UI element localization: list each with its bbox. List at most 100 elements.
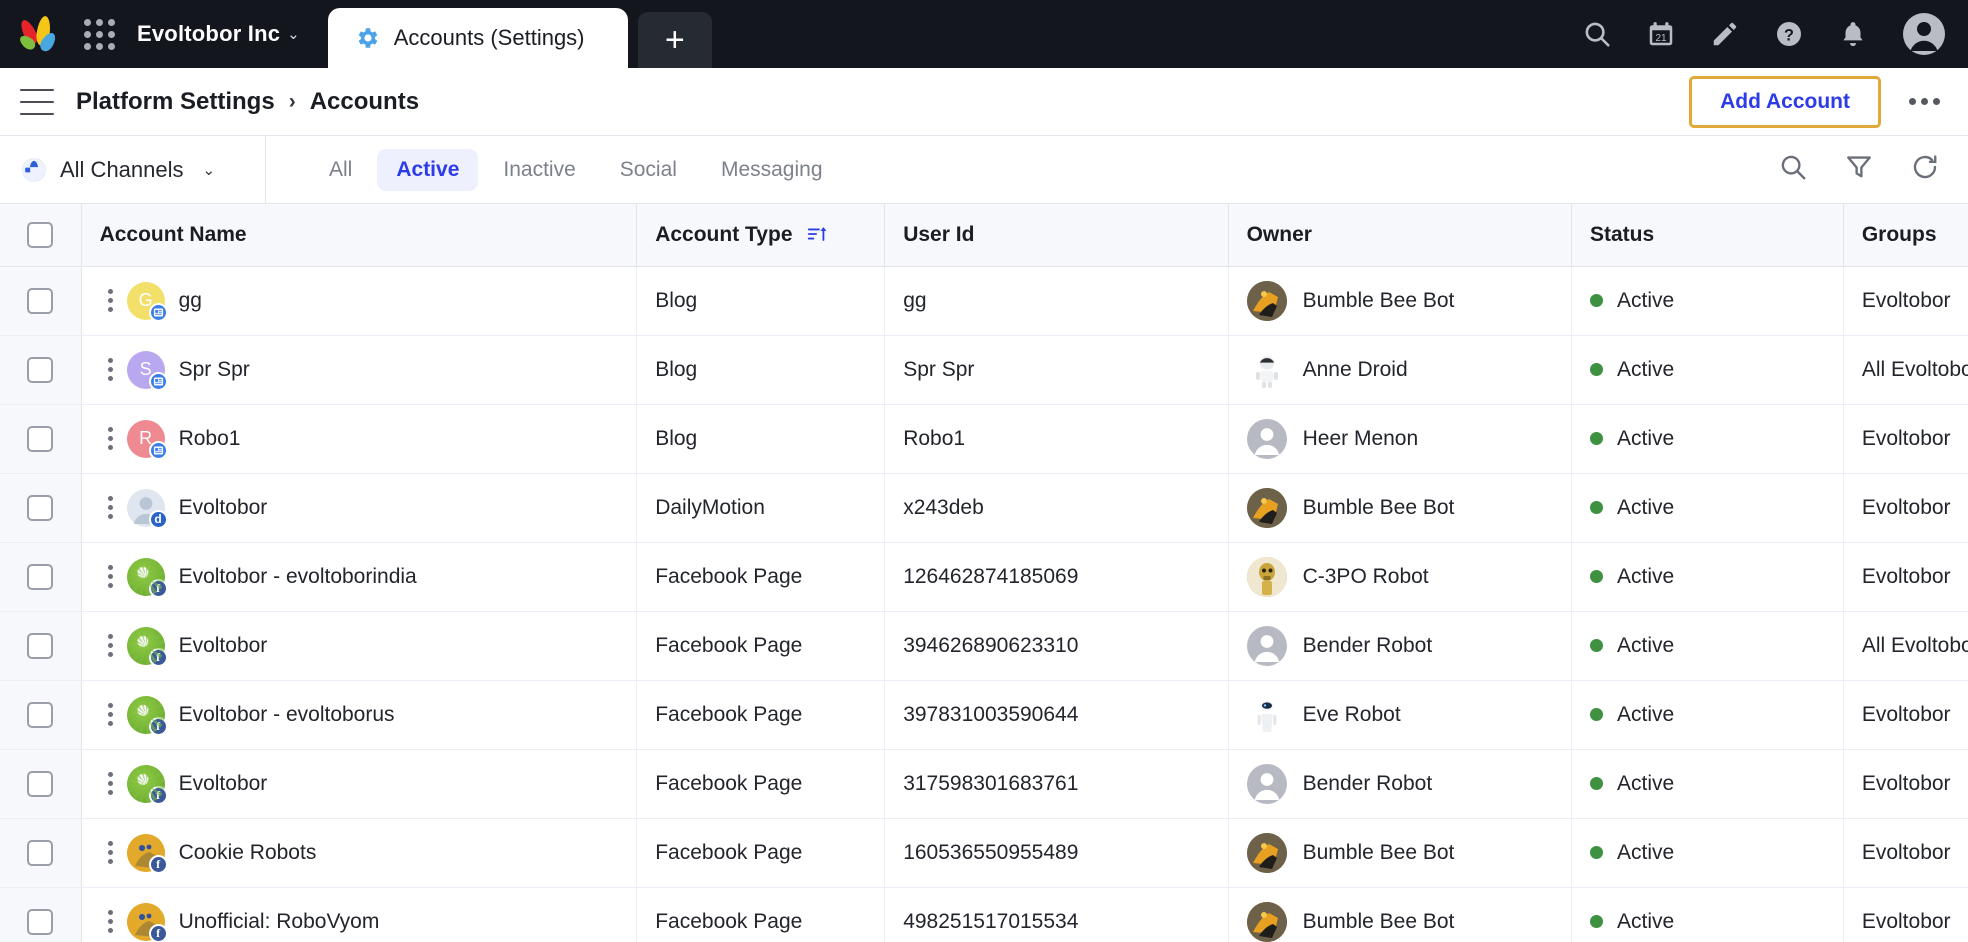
person-glyph-icon: [1254, 427, 1279, 455]
row-checkbox[interactable]: [27, 425, 54, 452]
status-badge: Active: [1616, 909, 1675, 933]
cell-account-type: Facebook Page: [636, 818, 886, 888]
row-checkbox[interactable]: [27, 770, 54, 797]
row-checkbox[interactable]: [27, 356, 54, 383]
row-checkbox[interactable]: [27, 839, 54, 866]
help-icon[interactable]: ?: [1774, 19, 1804, 49]
cell-owner: Bumble Bee Bot: [1228, 818, 1572, 888]
org-switcher[interactable]: Evoltobor Inc ⌄: [137, 21, 300, 47]
row-actions-icon[interactable]: [100, 283, 127, 318]
app-grid-icon[interactable]: [84, 18, 115, 50]
table-row[interactable]: f Evoltobor Facebook Page 31759830168376…: [0, 749, 1968, 819]
tab-inactive[interactable]: Inactive: [484, 149, 594, 191]
owner-name-label: Eve Robot: [1302, 702, 1401, 726]
cell-status: Active: [1571, 818, 1844, 888]
status-badge: Active: [1616, 495, 1675, 519]
browser-tab-strip: Accounts (Settings) +: [327, 0, 712, 68]
row-actions-icon[interactable]: [100, 628, 127, 663]
row-select-cell: [0, 680, 82, 750]
row-actions-icon[interactable]: [100, 904, 127, 939]
row-actions-icon[interactable]: [100, 352, 127, 387]
accounts-table-container[interactable]: Account Name Account Type User Id Owner …: [0, 204, 1968, 942]
table-row[interactable]: f Cookie Robots Facebook Page 1605365509…: [0, 818, 1968, 888]
refresh-icon[interactable]: [1910, 152, 1940, 187]
status-badge: Active: [1616, 357, 1675, 381]
cell-account-name: f Evoltobor - evoltoborus: [81, 680, 638, 750]
table-row[interactable]: S Spr Spr Blog Spr Spr Anne Droid Active…: [0, 335, 1968, 405]
row-checkbox[interactable]: [27, 287, 54, 314]
sprinklr-logo-icon[interactable]: [17, 15, 62, 54]
sort-ascending-icon[interactable]: [806, 223, 828, 245]
column-header-groups[interactable]: Groups: [1843, 204, 1968, 267]
account-avatar: S: [126, 350, 168, 391]
cell-user-id: 160536550955489: [884, 818, 1229, 888]
blog-badge-icon: [148, 302, 168, 322]
search-icon[interactable]: [1582, 19, 1612, 49]
accounts-table: Account Name Account Type User Id Owner …: [0, 204, 1968, 942]
table-row[interactable]: R Robo1 Blog Robo1 Heer Menon Active Evo…: [0, 404, 1968, 474]
facebook-badge-icon: f: [148, 854, 168, 874]
blog-badge-icon: [148, 371, 168, 391]
row-actions-icon[interactable]: [100, 697, 127, 732]
menu-toggle-icon[interactable]: [20, 88, 54, 115]
table-row[interactable]: d Evoltobor DailyMotion x243deb Bumble B…: [0, 473, 1968, 543]
row-select-cell: [0, 335, 82, 405]
facebook-badge-icon: f: [148, 647, 168, 667]
cell-status: Active: [1571, 680, 1844, 750]
row-checkbox[interactable]: [27, 563, 54, 590]
avatar-icon[interactable]: [1902, 12, 1946, 56]
row-checkbox[interactable]: [27, 632, 54, 659]
row-actions-icon[interactable]: [100, 421, 127, 456]
table-row[interactable]: f Evoltobor - evoltoborindia Facebook Pa…: [0, 542, 1968, 612]
row-checkbox[interactable]: [27, 701, 54, 728]
column-header-account-name[interactable]: Account Name: [81, 204, 638, 267]
status-dot-icon: [1589, 570, 1603, 583]
cell-owner: Bumble Bee Bot: [1228, 887, 1572, 942]
account-avatar: f: [126, 626, 168, 667]
cell-groups: All Evoltobor: [1843, 611, 1968, 681]
more-options-icon[interactable]: [1903, 88, 1946, 115]
pencil-icon[interactable]: [1710, 19, 1740, 49]
bell-icon[interactable]: [1838, 19, 1868, 49]
table-row[interactable]: f Unofficial: RoboVyom Facebook Page 498…: [0, 887, 1968, 942]
cell-owner: Anne Droid: [1228, 335, 1572, 405]
row-checkbox[interactable]: [27, 908, 54, 935]
account-avatar: f: [126, 764, 168, 805]
column-header-owner[interactable]: Owner: [1228, 204, 1572, 267]
status-badge: Active: [1616, 426, 1675, 450]
breadcrumb-separator-icon: ›: [288, 89, 296, 113]
table-row[interactable]: G gg Blog gg Bumble Bee Bot Active Evolt…: [0, 266, 1968, 336]
channel-selector[interactable]: All Channels ⌄: [0, 135, 266, 204]
tab-messaging[interactable]: Messaging: [702, 149, 842, 191]
row-checkbox[interactable]: [27, 494, 54, 521]
cell-user-id: 498251517015534: [884, 887, 1229, 942]
new-tab-button[interactable]: +: [637, 12, 712, 68]
search-icon[interactable]: [1778, 152, 1808, 187]
person-glyph-icon: [1254, 634, 1279, 662]
column-header-account-type[interactable]: Account Type: [636, 204, 886, 267]
owner-avatar: [1246, 280, 1287, 321]
cell-account-type: Blog: [636, 335, 886, 405]
add-account-button[interactable]: Add Account: [1689, 75, 1881, 128]
breadcrumb-root[interactable]: Platform Settings: [76, 88, 275, 116]
table-row[interactable]: f Evoltobor Facebook Page 39462689062331…: [0, 611, 1968, 681]
calendar-icon[interactable]: 21: [1646, 19, 1676, 49]
table-row[interactable]: f Evoltobor - evoltoborus Facebook Page …: [0, 680, 1968, 750]
filter-icon[interactable]: [1844, 152, 1874, 187]
owner-name-label: C-3PO Robot: [1302, 564, 1429, 588]
tab-social[interactable]: Social: [601, 149, 696, 191]
account-name-label: Cookie Robots: [178, 840, 317, 864]
account-name-label: Robo1: [178, 426, 241, 450]
row-actions-icon[interactable]: [100, 766, 127, 801]
column-header-user-id[interactable]: User Id: [884, 204, 1229, 267]
row-actions-icon[interactable]: [100, 559, 127, 594]
row-actions-icon[interactable]: [100, 490, 127, 525]
tab-active[interactable]: Active: [377, 148, 479, 191]
gear-icon: [358, 28, 378, 48]
row-actions-icon[interactable]: [100, 835, 127, 870]
column-header-status[interactable]: Status: [1571, 204, 1844, 267]
select-all-checkbox[interactable]: [27, 221, 54, 248]
tab-accounts-settings[interactable]: Accounts (Settings): [327, 8, 628, 68]
tab-all[interactable]: All: [310, 149, 371, 191]
row-select-cell: [0, 404, 82, 474]
